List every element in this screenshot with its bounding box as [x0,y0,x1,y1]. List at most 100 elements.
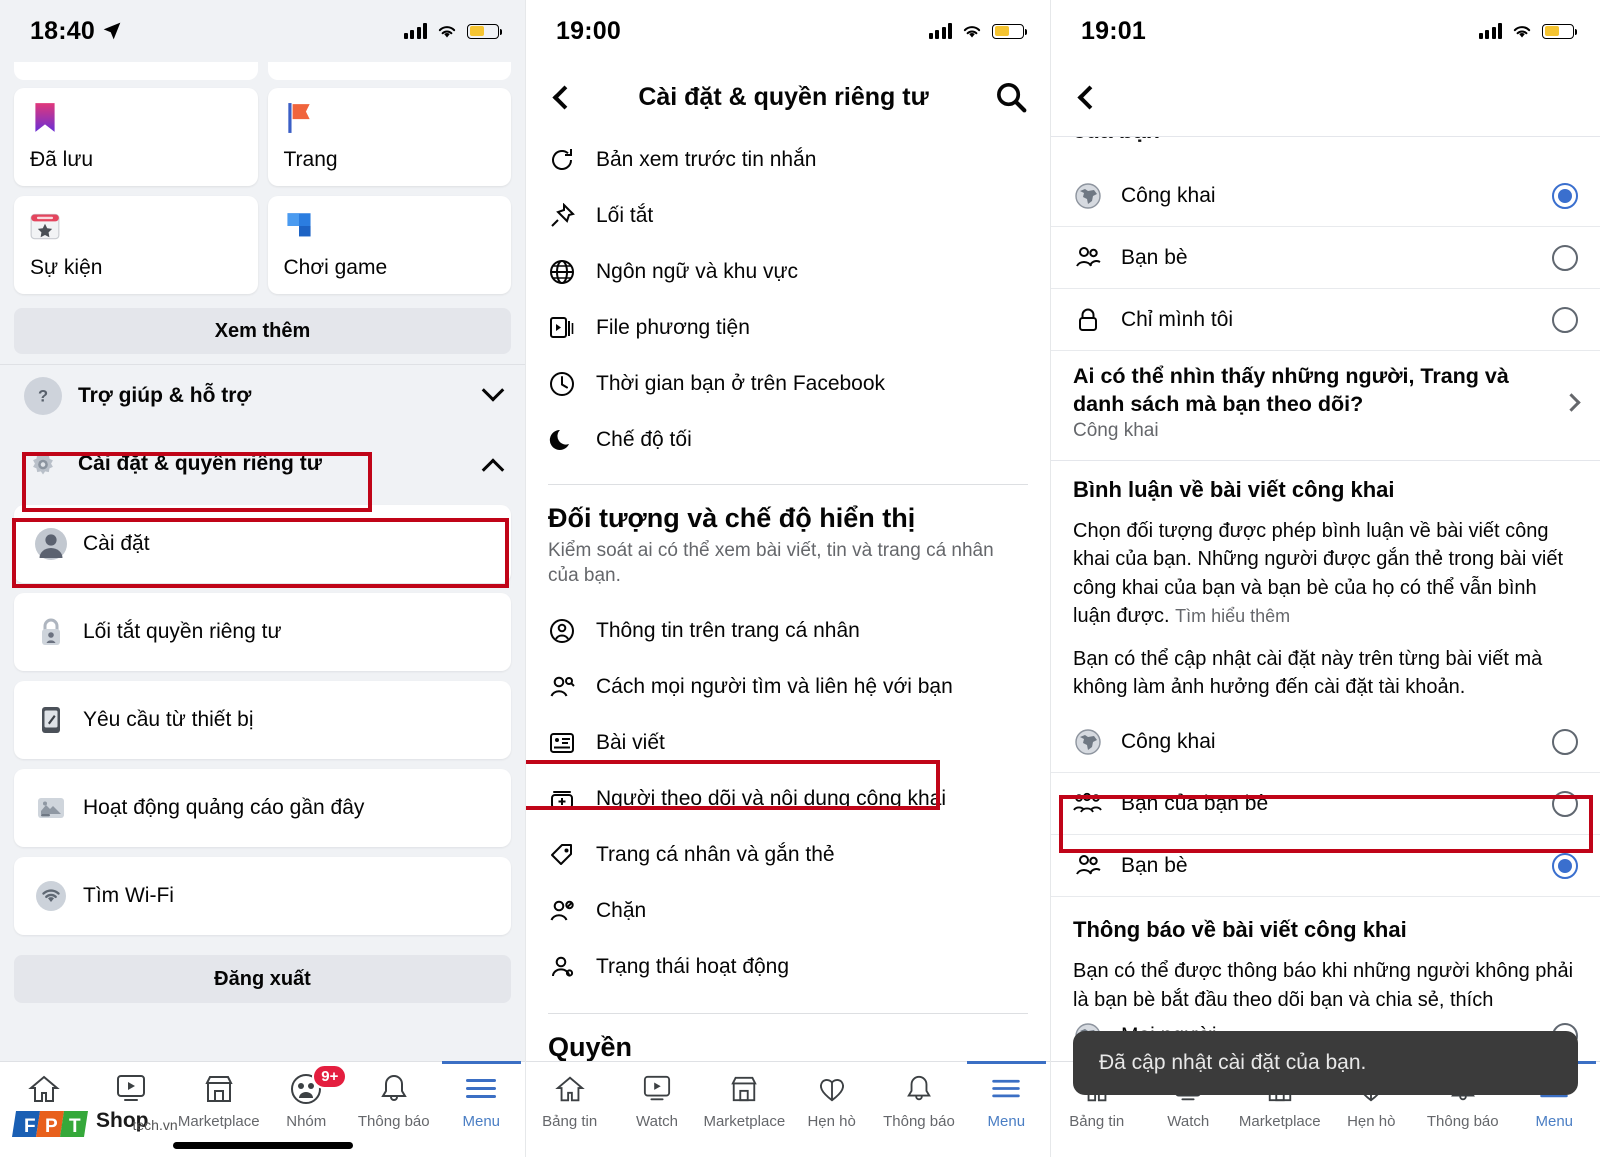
item-label: Bản xem trước tin nhắn [596,148,817,171]
tab-watch[interactable]: Watch [613,1072,700,1130]
card-device-requests[interactable]: Yêu cầu từ thiết bị [14,681,511,759]
friends-icon [1073,851,1103,881]
item-label: Thông tin trên trang cá nhân [596,618,860,642]
card-find-wifi[interactable]: Tìm Wi-Fi [14,857,511,935]
item-message-preview[interactable]: Bản xem trước tin nhắn [526,132,1050,188]
gear-icon [24,445,62,483]
fpt-logo-icon: F P T [12,1111,88,1137]
logout-button[interactable]: Đăng xuất [14,955,511,1003]
battery-icon [992,23,1027,39]
item-profile-and-tagging[interactable]: Trang cá nhân và gắn thẻ [526,827,1050,883]
hamburger-icon [992,1072,1021,1106]
radio-button[interactable] [1552,244,1578,271]
row-help-label: Trợ giúp & hỗ trợ [78,384,252,407]
tab-groups[interactable]: 9+ Nhóm [263,1064,351,1130]
status-bar-right: 19:01 [1051,0,1600,62]
question-circle-icon: ? [24,377,62,415]
tab-dating[interactable]: Hẹn hò [788,1072,875,1130]
lock-person-icon [42,618,60,645]
moon-icon [548,426,576,454]
row-settings-privacy[interactable]: Cài đặt & quyền riêng tư [14,433,511,495]
card-recent-ad-activity[interactable]: Hoạt động quảng cáo gần đây [14,769,511,847]
lock-icon [1073,305,1103,335]
see-more-button[interactable]: Xem thêm [14,308,511,354]
radio-button[interactable] [1552,728,1578,755]
chevron-left-icon[interactable] [552,84,577,110]
chevron-up-icon[interactable] [481,458,505,481]
item-label: Chế độ tối [596,428,692,451]
card-settings[interactable]: Cài đặt [14,505,511,583]
tab-label: Nhóm [286,1113,327,1130]
media-file-icon [548,314,576,342]
item-profile-info[interactable]: Thông tin trên trang cá nhân [526,603,1050,659]
tab-menu[interactable]: Menu [438,1061,526,1130]
watermark-domain-text: tech.vn [132,1117,178,1133]
phone-screen-settings-privacy: 19:00 Cài đặt & quyền riêng tư Bản xem t… [525,0,1050,1157]
item-followers-public-content[interactable]: Người theo dõi và nội dung công khai [526,771,1050,827]
radio-button[interactable] [1552,306,1578,333]
status-time-mid: 19:00 [556,16,621,45]
card-label: Cài đặt [83,532,150,555]
radio-button[interactable] [1552,182,1578,209]
item-posts[interactable]: Bài viết [526,715,1050,771]
calendar-star-icon [30,213,60,240]
row-help-support[interactable]: ? Trợ giúp & hỗ trợ [14,365,511,427]
tile-saved[interactable]: Đã lưu [14,88,258,186]
location-arrow-icon [103,22,121,40]
flag-icon [287,103,310,133]
chevron-down-icon[interactable] [481,379,505,402]
tile-pages[interactable]: Trang [267,88,511,186]
status-time-text: 18:40 [30,16,95,45]
chevron-left-icon[interactable] [1077,84,1102,110]
item-active-status[interactable]: Trạng thái hoạt động [526,939,1050,995]
item-blocking[interactable]: Chặn [526,883,1050,939]
row-settings-label: Cài đặt & quyền riêng tư [78,452,322,475]
comment-option-friends-of-friends[interactable]: Bạn của bạn bè [1051,773,1600,836]
tile-events[interactable]: Sự kiện [14,196,258,294]
item-shortcuts[interactable]: Lối tắt [526,188,1050,244]
tile-gaming[interactable]: Chơi game [267,196,511,294]
chevron-right-icon[interactable] [1562,393,1581,412]
comment-option-public[interactable]: Công khai [1051,711,1600,774]
audience-option-public[interactable]: Công khai [1051,165,1600,227]
item-label: Trang cá nhân và gắn thẻ [596,842,835,866]
tab-marketplace[interactable]: Marketplace [175,1072,263,1130]
comment-option-friends[interactable]: Bạn bè [1051,835,1600,898]
tile-label: Đã lưu [30,148,94,171]
card-privacy-shortcuts[interactable]: Lối tắt quyền riêng tư [14,593,511,671]
item-how-people-find-you[interactable]: Cách mọi người tìm và liên hệ với bạn [526,659,1050,715]
page-title: Cài đặt & quyền riêng tư [638,82,929,111]
learn-more-link[interactable]: Tìm hiểu thêm [1175,606,1290,626]
comments-paragraph1-text: Chọn đối tượng được phép bình luận về bà… [1073,520,1564,628]
item-media-files[interactable]: File phương tiện [526,300,1050,356]
search-icon[interactable] [994,80,1028,114]
tab-label: Marketplace [703,1113,786,1130]
gaming-icon [286,213,311,237]
radio-button[interactable] [1552,790,1578,817]
item-dark-mode[interactable]: Chế độ tối [526,412,1050,468]
tab-label: Thông báo [1426,1113,1499,1130]
tile-cut-left [14,62,258,80]
item-language-region[interactable]: Ngôn ngữ và khu vực [526,244,1050,300]
item-time-on-facebook[interactable]: Thời gian bạn ở trên Facebook [526,356,1050,412]
nav-bar-right [1051,62,1600,132]
tab-news-feed[interactable]: Bảng tin [526,1072,613,1130]
tile-label: Trang [283,148,338,171]
store-icon [729,1072,759,1106]
tab-notifications[interactable]: Thông báo [350,1072,438,1130]
audience-option-friends[interactable]: Bạn bè [1051,227,1600,289]
wifi-find-icon [36,881,66,911]
tab-notifications[interactable]: Thông báo [875,1072,962,1130]
section-subtitle-audience: Kiểm soát ai có thể xem bài viết, tin và… [548,540,994,587]
tab-marketplace[interactable]: Marketplace [701,1072,788,1130]
item-label: Bài viết [596,730,665,754]
tab-label: Watch [1167,1113,1210,1130]
row-who-can-see-follows[interactable]: Ai có thể nhìn thấy những người, Trang v… [1051,351,1600,456]
option-label: Bạn của bạn bè [1121,791,1269,815]
bell-icon [379,1072,409,1106]
tab-menu[interactable]: Menu [963,1061,1050,1130]
radio-button[interactable] [1552,852,1578,879]
groups-badge: 9+ [312,1064,348,1090]
clipped-heading-text: của bạn [1073,137,1160,144]
audience-option-only-me[interactable]: Chỉ mình tôi [1051,289,1600,351]
